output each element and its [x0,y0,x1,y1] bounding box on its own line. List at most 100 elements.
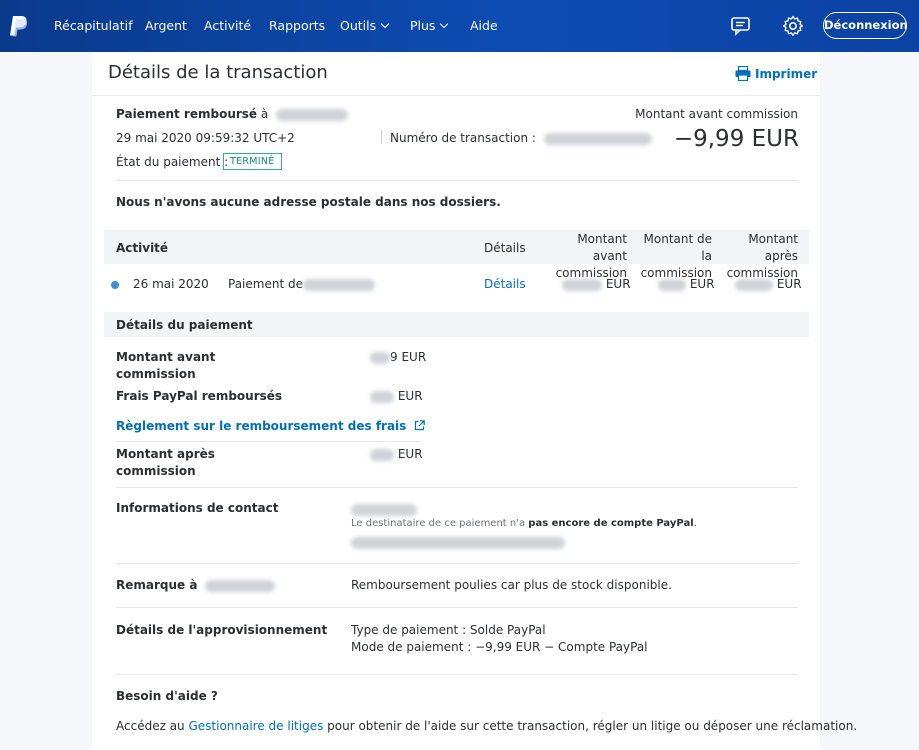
contact-note-bold: pas encore de compte PayPal [528,518,694,529]
activity-fee-currency: EUR [689,277,715,291]
payment-details-title: Détails du paiement [116,318,253,332]
page-title: Détails de la transaction [108,62,328,83]
printer-icon [735,66,751,81]
fee-refund-policy-label: Règlement sur le remboursement des frais [116,419,407,433]
settings-icon[interactable] [781,14,805,38]
activity-net: EUR [735,277,802,291]
activity-gross-currency: EUR [605,277,631,291]
divider [116,607,798,608]
message-center-icon[interactable] [729,14,753,38]
external-link-icon [414,420,425,431]
contact-name-redacted-row [351,502,417,516]
activity-date: 26 mai 2020 [133,277,209,291]
net-value-redacted [370,448,394,461]
recipient-name-redacted [276,108,349,121]
payment-status-line: Paiement remboursé à [116,107,349,121]
gross-value-redacted [562,278,602,291]
details-header: Détails [484,241,526,255]
nav-item-more-label: Plus [410,18,436,33]
net-amount-currency: EUR [397,447,423,461]
contact-note-suffix: . [693,518,697,529]
gross-amount-tail: 9 EUR [390,350,427,364]
divider [116,180,798,181]
help-text: Accédez au Gestionnaire de litiges pour … [116,719,857,733]
nav-item-tools-label: Outils [340,18,377,33]
payer-name-redacted [302,278,375,291]
nav-item-money[interactable]: Argent [145,18,187,33]
chevron-down-icon [440,19,449,29]
gross-header: Montant avant commission [540,231,627,282]
logout-button[interactable]: Déconnexion [823,12,908,39]
net-amount-value: EUR [370,447,423,461]
remark-text: Remboursement poulies car plus de stock … [351,578,672,592]
payment-status: Paiement remboursé [116,107,258,121]
chevron-down-icon [380,19,390,29]
print-button[interactable]: Imprimer [735,66,817,81]
paypal-logo[interactable] [8,14,30,38]
net-label-line1: Montant après [116,447,215,461]
divider [116,563,798,564]
divider [116,441,422,442]
help-suffix: pour obtenir de l'aide sur cette transac… [323,719,858,733]
gross-amount-redacted [370,351,390,364]
nav-item-summary[interactable]: Récapitulatif [54,18,133,33]
remark-label-text: Remarque à [116,578,198,592]
fee-header: Montant de la commission [630,231,712,282]
nav-item-reports[interactable]: Rapports [269,18,325,33]
fees-value-redacted [370,390,394,403]
transaction-id-label: Numéro de transaction : [390,131,536,145]
funding-details-label: Détails de l'approvisionnement [116,623,328,637]
transaction-id-redacted[interactable] [543,132,652,145]
gross-label-line1: Montant avant [116,350,216,364]
divider [116,674,798,675]
contact-info-label: Informations de contact [116,501,279,515]
payment-state-label: État du paiement : [116,155,229,169]
help-title: Besoin d'aide ? [116,689,218,703]
activity-header: Activité [116,241,169,255]
activity-gross: EUR [562,277,631,291]
net-label-line2: commission [116,464,196,478]
funding-payment-type: Type de paiement : Solde PayPal [351,623,546,637]
gross-header-line1: Montant avant [577,232,627,263]
nav-item-more[interactable]: Plus [410,18,449,33]
fees-refunded-value: EUR [370,389,423,403]
gross-amount-value: 9 EUR [370,350,426,364]
status-badge: TERMINÉ [223,153,282,170]
fee-value-redacted [658,278,686,291]
help-prefix: Accédez au [116,719,189,733]
gross-amount-row-label: Montant avant commission [116,349,215,383]
contact-account-note: Le destinataire de ce paiement n'a pas e… [351,518,697,529]
payment-status-suffix: à [257,107,269,121]
net-header: Montant après commission [714,231,798,282]
gross-label-line2: commission [116,367,196,381]
vertical-separator [381,130,382,144]
contact-note-prefix: Le destinataire de ce paiement n'a [351,518,529,529]
activity-details-link[interactable]: Détails [484,277,526,291]
address-notice: Nous n'avons aucune adresse postale dans… [116,195,501,209]
fee-header-line1: Montant de la [643,232,712,263]
activity-description: Paiement de [228,277,375,291]
transaction-id-line: Numéro de transaction : [390,131,652,145]
activity-status-dot [111,281,119,289]
fees-refunded-currency: EUR [397,389,423,403]
net-header-line1: Montant après [748,232,798,263]
contact-name-redacted [351,503,417,516]
nav-item-help[interactable]: Aide [470,18,498,33]
remark-recipient-redacted [204,579,275,592]
gross-amount-label: Montant avant commission [635,107,798,121]
transaction-date: 29 mai 2020 09:59:32 UTC+2 [116,131,295,145]
net-amount-row-label: Montant après commission [116,446,215,480]
activity-net-currency: EUR [776,277,802,291]
title-divider [92,95,820,96]
contact-email-redacted-row [351,535,565,549]
funding-payment-method: Mode de paiement : −9,99 EUR − Compte Pa… [351,640,648,654]
nav-item-tools[interactable]: Outils [340,18,390,33]
dispute-center-link[interactable]: Gestionnaire de litiges [188,719,323,733]
net-value-redacted [735,278,773,291]
fees-refunded-label: Frais PayPal remboursés [116,389,283,403]
divider [116,487,798,488]
fee-refund-policy-link[interactable]: Règlement sur le remboursement des frais [116,419,425,433]
nav-item-activity[interactable]: Activité [204,18,251,33]
activity-fee: EUR [658,277,715,291]
remark-label: Remarque à [116,578,275,592]
